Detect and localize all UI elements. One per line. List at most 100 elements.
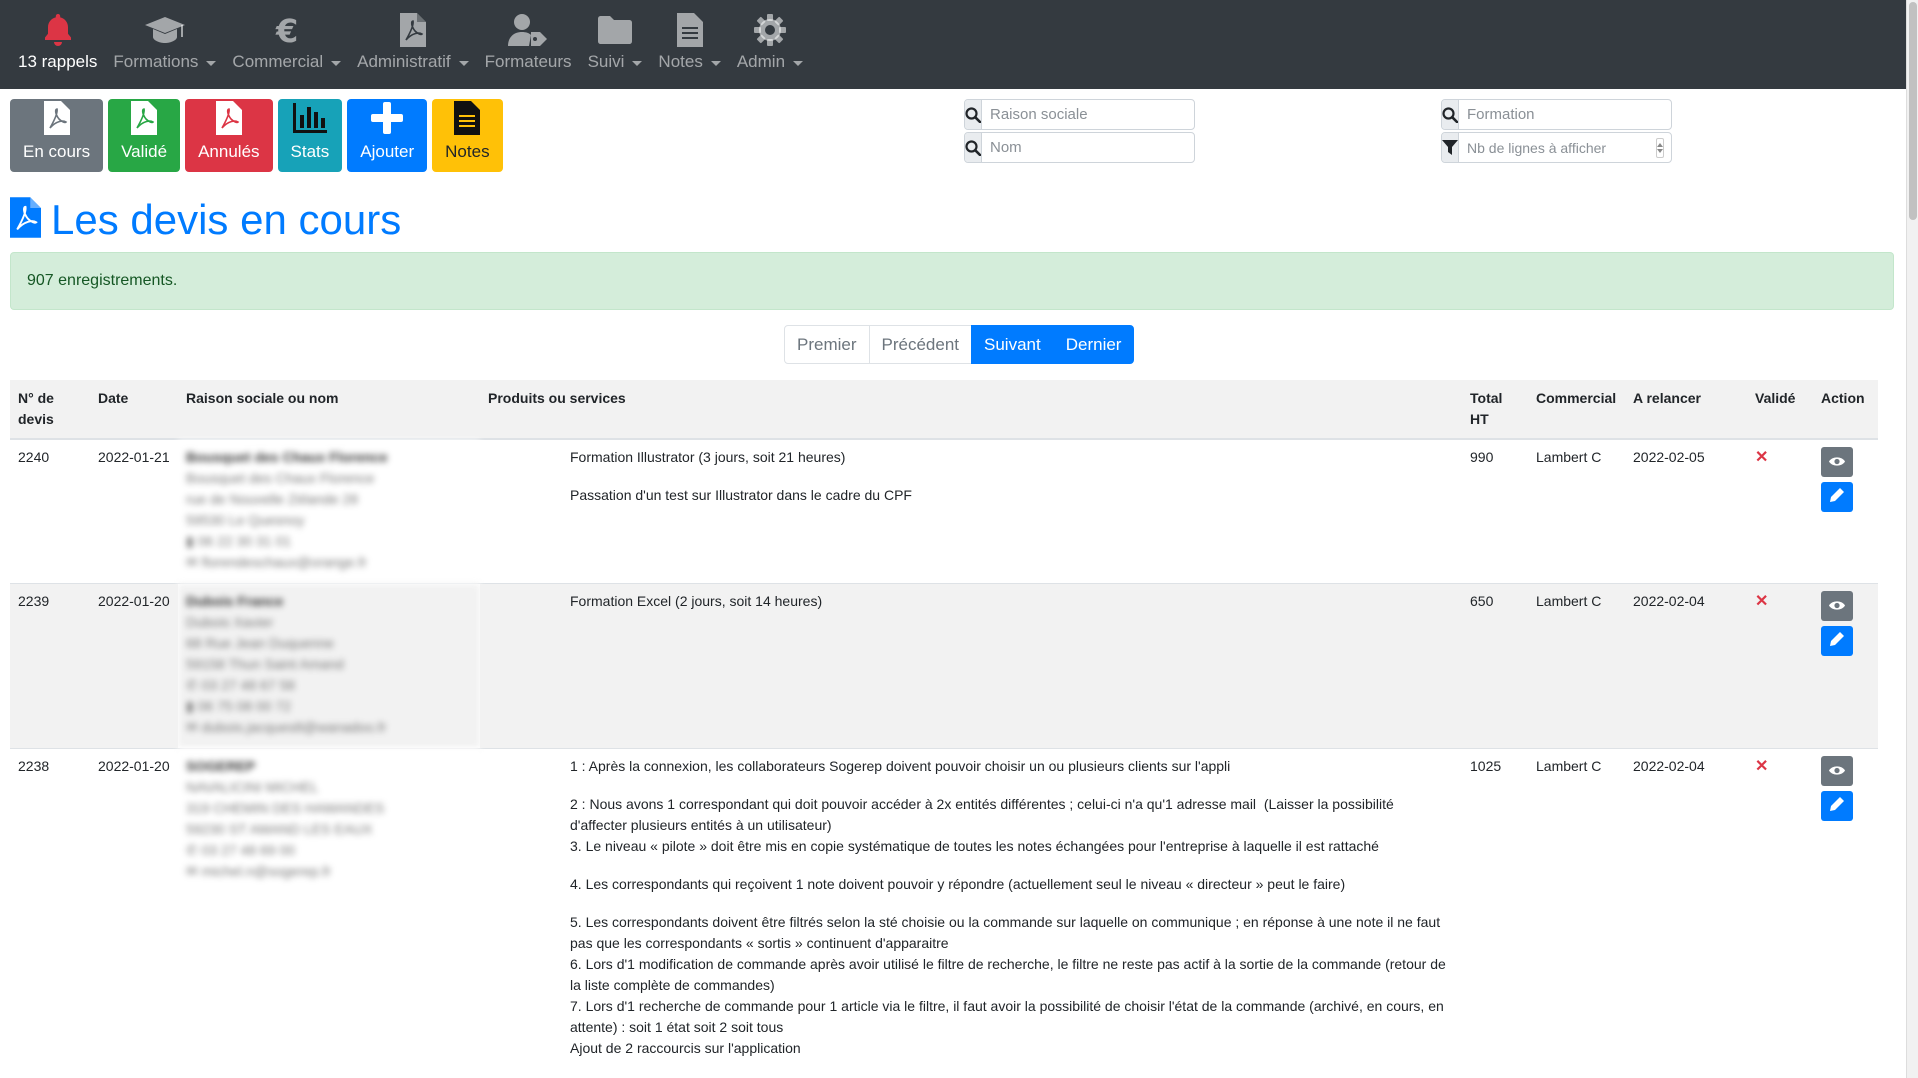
header-relancer: A relancer [1625,380,1747,440]
header-action: Action [1813,380,1878,440]
pencil-icon [1830,487,1844,508]
notes-button[interactable]: Notes [432,99,503,172]
devis-number: 2239 [10,583,90,749]
close-icon: ✕ [1755,449,1769,466]
edit-button[interactable] [1821,791,1853,821]
header-commercial: Commercial [1528,380,1625,440]
nav-notes[interactable]: Notes [650,0,728,72]
produits-services: 1 : Après la connexion, les collaborateu… [480,748,1462,1069]
bell-icon [44,12,72,48]
table-header-row: N° de devis Date Raison sociale ou nom Pr… [10,380,1878,440]
valide-status: ✕ [1747,748,1813,1069]
devis-date: 2022-01-21 [90,438,178,584]
pdf-file-icon [10,197,41,243]
plus-icon [371,100,404,136]
previous-page-button[interactable]: Précédent [868,325,973,364]
first-page-button[interactable]: Premier [784,325,870,364]
nav-formations-label: Formations [113,52,199,71]
nav-formations[interactable]: Formations [105,0,224,72]
scrollbar-thumb[interactable] [1909,2,1917,220]
view-button[interactable] [1821,756,1853,786]
total-ht: 650 [1462,583,1528,749]
edit-button[interactable] [1821,482,1853,512]
commercial: Lambert C [1528,583,1625,749]
row-actions [1813,583,1878,749]
total-ht: 1025 [1462,748,1528,1069]
nav-rappels-label: 13 rappels [18,52,98,71]
number-spinner[interactable] [1656,138,1664,158]
nav-administratif[interactable]: Administratif [349,0,477,72]
valide-status: ✕ [1747,438,1813,584]
search-icon [1442,100,1459,129]
valide-status: ✕ [1747,583,1813,749]
last-page-button[interactable]: Dernier [1052,325,1135,364]
phone-icon: ✆ [186,842,198,858]
valide-button[interactable]: Validé [108,99,181,172]
page-title: Les devis en cours [10,196,401,244]
edit-button[interactable] [1821,626,1853,656]
pencil-icon [1830,631,1844,652]
devis-date: 2022-01-20 [90,748,178,1069]
notes-label: Notes [445,142,490,161]
formation-search [1441,99,1672,130]
nav-suivi[interactable]: Suivi [580,0,651,72]
client-info: Bousquet des Chaux Florence Bousquet des… [178,438,480,584]
document-icon [676,12,703,48]
view-button[interactable] [1821,447,1853,477]
nav-admin[interactable]: Admin [729,0,811,72]
vertical-scrollbar[interactable] [1906,0,1918,1078]
raison-sociale-input[interactable] [982,100,1194,129]
header-num: N° de devis [10,380,90,440]
stats-button[interactable]: Stats [277,99,343,172]
folder-icon [597,12,632,48]
nav-administratif-label: Administratif [357,52,451,71]
table-row: 2239 2022-01-20 Dubois France Dubois Xav… [10,583,1878,749]
page-title-text: Les devis en cours [51,196,402,243]
pdf-file-icon [215,100,242,136]
nav-notes-label: Notes [658,52,703,71]
annules-label: Annulés [198,142,260,161]
valide-label: Validé [121,142,168,161]
annules-button[interactable]: Annulés [185,99,273,172]
chevron-down-icon [331,60,342,66]
devis-table: N° de devis Date Raison sociale ou nom Pr… [10,380,1878,1069]
chevron-down-icon [458,60,469,66]
chevron-down-icon [632,60,643,66]
nom-input[interactable] [982,133,1194,162]
records-count-text: 907 enregistrements. [27,272,178,289]
en-cours-button[interactable]: En cours [10,99,104,172]
document-icon [454,100,481,136]
envelope-icon: ✉ [186,719,198,735]
row-actions [1813,438,1878,584]
devis-number: 2240 [10,438,90,584]
nb-lignes-input[interactable] [1459,133,1656,162]
search-icon [965,133,982,162]
ajouter-button[interactable]: Ajouter [347,99,428,172]
pagination: Premier Précédent Suivant Dernier [784,325,1135,364]
a-relancer-date: 2022-02-04 [1625,748,1747,1069]
nav-suivi-label: Suivi [587,52,625,71]
commercial: Lambert C [1528,438,1625,584]
nav-commercial[interactable]: € Commercial [224,0,349,72]
eye-icon [1829,761,1845,782]
user-tag-icon [508,12,548,48]
ajouter-label: Ajouter [360,142,415,161]
view-button[interactable] [1821,591,1853,621]
nav-formateurs[interactable]: Formateurs [477,0,580,72]
total-ht: 990 [1462,438,1528,584]
nom-search [964,132,1195,163]
row-actions [1813,748,1878,1069]
next-page-button[interactable]: Suivant [971,325,1054,364]
nav-rappels[interactable]: 13 rappels [10,0,105,72]
phone-icon: ✆ [186,677,198,693]
filter-icon [1442,133,1459,162]
graduation-cap-icon [144,12,186,48]
raison-sociale-search [964,99,1195,130]
bar-chart-icon [292,100,327,136]
nav-admin-label: Admin [736,52,786,71]
formation-input[interactable] [1459,100,1671,129]
mobile-phone-icon: ▮ [186,533,194,549]
envelope-icon: ✉ [186,863,198,879]
records-count-alert: 907 enregistrements. [10,252,1894,310]
client-info: SOGEREP NAVALICINI MICHEL 319 CHEMIN DES… [178,748,480,1069]
